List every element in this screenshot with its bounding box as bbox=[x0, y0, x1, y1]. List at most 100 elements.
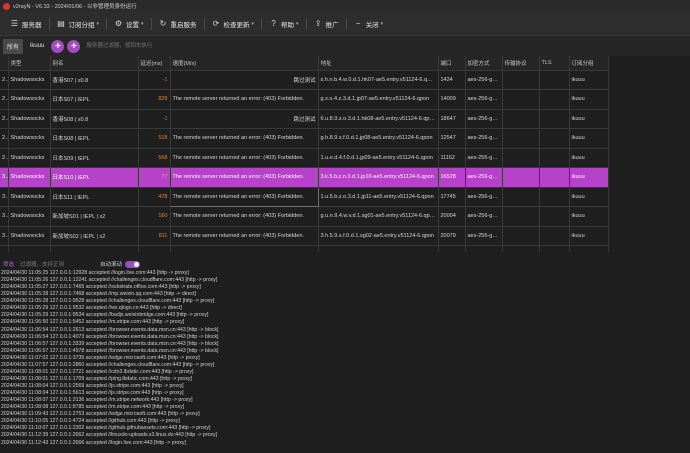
cell-port: 14009 bbox=[438, 89, 466, 110]
title-bar: v2rayN - V6.33 - 2024/01/06 - 以非管理员身份运行 bbox=[0, 0, 690, 12]
cell-alias: 香港S08 | x0.8 bbox=[50, 109, 139, 129]
cell-delay: 568 bbox=[138, 148, 171, 168]
cell-addr: 3.k.5.b.z.n.3.d.1.jp10-ae5.entry.v51124-… bbox=[318, 167, 439, 188]
cell-group: ikuuu bbox=[569, 187, 609, 207]
cell-alias: 日本S07 | IEPL bbox=[50, 89, 139, 110]
toolbar-button-1[interactable]: ▤ 订阅分组 ▾ bbox=[51, 12, 106, 36]
cell-group: ikuuu bbox=[569, 70, 609, 90]
log-line: 2024/04/30 11:08:07 127.0.0.1:3136 accep… bbox=[1, 397, 193, 404]
cell-alias: 日本S11 | IEPL bbox=[50, 187, 139, 207]
cell-no: 30 bbox=[0, 167, 9, 188]
toolbar-button-label: 服务器 bbox=[22, 21, 42, 29]
tab-all[interactable]: 所有 bbox=[3, 38, 24, 54]
table-row[interactable]: 31 Shadowsocks 日本S11 | IEPL 478 The remote s… bbox=[0, 186, 609, 207]
log-line: 2024/04/30 11:06:57 127.0.0.1:4978 accep… bbox=[1, 347, 219, 354]
cell-group: ikuuu bbox=[569, 148, 609, 168]
cell-speed: The remote server returned an error: (40… bbox=[170, 148, 319, 168]
cell-tls bbox=[539, 70, 570, 90]
toolbar-button-2[interactable]: ⚙ 设置 ▾ bbox=[108, 12, 150, 36]
cell-no: 28 bbox=[0, 128, 9, 149]
log-toolbar: 筛选 过滤器，支持正则 自动滚动 bbox=[0, 258, 690, 270]
cell-tls bbox=[539, 206, 570, 227]
column-header[interactable]: 传输协议 bbox=[502, 56, 540, 71]
toolbar-button-5[interactable]: ? 帮助 ▾ bbox=[263, 12, 305, 36]
column-header[interactable]: 加密方式 bbox=[465, 56, 503, 71]
table-row[interactable]: 30 Shadowsocks 日本S10 | IEPL 77 The remote se… bbox=[0, 167, 609, 188]
cell-delay: 349 bbox=[138, 245, 171, 252]
column-header[interactable]: 类型 bbox=[8, 56, 51, 71]
toolbar-separator bbox=[261, 17, 263, 30]
log-line: 2024/04/30 11:06:57 127.0.0.1:3339 accep… bbox=[1, 340, 219, 347]
cell-tls bbox=[539, 245, 570, 252]
log-filter-input[interactable]: 过滤器，支持正则 bbox=[20, 260, 100, 268]
add-server-button[interactable]: + bbox=[51, 39, 65, 53]
cell-no: 32 bbox=[0, 206, 9, 227]
add-subscription-button[interactable]: + bbox=[67, 39, 81, 53]
cell-type: Shadowsocks bbox=[8, 89, 51, 110]
cell-net bbox=[502, 148, 540, 168]
cell-speed: 跳过测试 bbox=[170, 70, 319, 90]
log-line: 2024/04/30 11:05:29 127.0.0.1:9532 accep… bbox=[1, 305, 182, 312]
app-logo-icon bbox=[3, 2, 10, 10]
cell-tls bbox=[539, 148, 570, 168]
log-line: 2024/04/30 11:12:39 127.0.0.1:2662 accep… bbox=[1, 432, 218, 439]
cell-speed: The remote server returned an error: (40… bbox=[169, 186, 319, 207]
toolbar-separator bbox=[150, 17, 152, 30]
cell-addr: g.u.n.9.4.w.v.d.1.sg01-ae5.entry.v51124-… bbox=[318, 206, 439, 227]
toolbar-button-label: 重启服务 bbox=[170, 21, 197, 29]
toolbar-button-6[interactable]: ⇪ 推广 bbox=[308, 12, 345, 36]
cell-alias: 新加坡S03 | IEPL | x2 bbox=[50, 245, 139, 252]
toolbar-button-4[interactable]: ⟳ 检查更新 ▾ bbox=[206, 12, 261, 36]
cell-alias: 新加坡S01 | IEPL | x2 bbox=[50, 206, 139, 227]
cell-tls bbox=[539, 109, 570, 129]
cell-type: Shadowsocks bbox=[8, 245, 51, 252]
cell-addr: 3.h.5.9.x.f.0.d.1.sg02-ae5.entry.v51124-… bbox=[318, 226, 439, 246]
cell-no: 27 bbox=[0, 109, 9, 129]
toolbar-button-0[interactable]: ☰ 服务器 bbox=[4, 12, 48, 36]
table-row[interactable]: 29 Shadowsocks 日本S09 | IEPL 568 The remote s… bbox=[0, 148, 609, 168]
share-icon: ⇪ bbox=[314, 19, 322, 28]
cell-speed: The remote server returned an error: (40… bbox=[170, 89, 319, 110]
table-row[interactable]: 34Shadowsocks新加坡S03 | IEPL | x2349The re… bbox=[0, 245, 609, 252]
cell-port: 20004 bbox=[438, 206, 466, 227]
cell-addr: 1.u.e.d.4.f.0.d.1.jp09-ae5.entry.v51124-… bbox=[318, 148, 439, 168]
table-row[interactable]: 33 Shadowsocks 新加坡S02 | IEPL | x2 811 The re… bbox=[0, 226, 609, 246]
cell-port: 1424 bbox=[438, 70, 466, 90]
column-header[interactable]: 订阅分组 bbox=[569, 56, 609, 71]
column-header[interactable]: 端口 bbox=[438, 56, 466, 71]
cell-net bbox=[502, 109, 540, 129]
table-row[interactable]: 27 Shadowsocks 香港S08 | x0.8 -1 跳过测试 6.u.8.9.z… bbox=[0, 109, 609, 129]
table-row[interactable]: 26 Shadowsocks 日本S07 | IEPL 829 The remote s… bbox=[0, 89, 609, 110]
cell-speed: The remote server returned an error: (40… bbox=[170, 245, 319, 252]
column-header[interactable] bbox=[0, 56, 9, 71]
column-header[interactable]: 延迟(ms) bbox=[138, 56, 171, 71]
autoscroll-toggle[interactable] bbox=[125, 260, 141, 268]
toolbar-button-7[interactable]: − 关闭 ▾ bbox=[348, 12, 390, 36]
table-row[interactable]: 28 Shadowsocks 日本S08 | IEPL 518 The remote s… bbox=[0, 128, 609, 149]
column-header[interactable]: 地址 bbox=[318, 56, 439, 71]
column-header[interactable]: 别名 bbox=[50, 56, 139, 71]
log-line: 2024/04/30 11:08:01 127.0.0.1:1709 accep… bbox=[1, 375, 192, 382]
log-label: 筛选 bbox=[3, 262, 15, 268]
tab-group-ikuuu[interactable]: ikuuu bbox=[26, 40, 48, 52]
cell-tls bbox=[539, 167, 570, 188]
cell-delay: 478 bbox=[138, 187, 171, 207]
cell-group: ikuuu bbox=[569, 109, 609, 129]
log-line: 2024/04/30 11:12:43 127.0.0.1:2666 accep… bbox=[1, 439, 186, 446]
cell-addr: 6.u.8.9.z.o.3.d.1.hk08-ae5.entry.v51124-… bbox=[318, 109, 439, 129]
cell-addr: s.h.n.b.4.w.0.d.1.hk07-ae5.entry.v51124-… bbox=[318, 70, 439, 90]
log-line: 2024/04/30 11:05:28 127.0.0.1:7468 accep… bbox=[1, 291, 196, 298]
cell-enc: aes-256-gcm bbox=[465, 109, 503, 129]
toolbar-button-3[interactable]: ↻ 重启服务 bbox=[153, 12, 203, 36]
column-header[interactable]: 速度(M/s) bbox=[170, 56, 319, 71]
toolbar-button-label: 推广 bbox=[325, 21, 339, 29]
minus-icon: − bbox=[355, 19, 361, 28]
table-row[interactable]: 32 Shadowsocks 新加坡S01 | IEPL | x2 160 The re… bbox=[0, 206, 609, 227]
refresh-icon: ⟳ bbox=[212, 19, 220, 28]
server-filter-input[interactable] bbox=[83, 40, 164, 52]
cell-no: 26 bbox=[0, 89, 9, 110]
window-title: v2rayN - V6.33 - 2024/01/06 - 以非管理员身份运行 bbox=[13, 4, 137, 10]
table-row[interactable]: 25 Shadowsocks 香港S07 | x0.8 -1 跳过测试 s.h.n.b.4… bbox=[0, 70, 609, 90]
column-header[interactable]: TLS bbox=[539, 56, 570, 71]
gear-icon: ⚙ bbox=[114, 19, 123, 28]
